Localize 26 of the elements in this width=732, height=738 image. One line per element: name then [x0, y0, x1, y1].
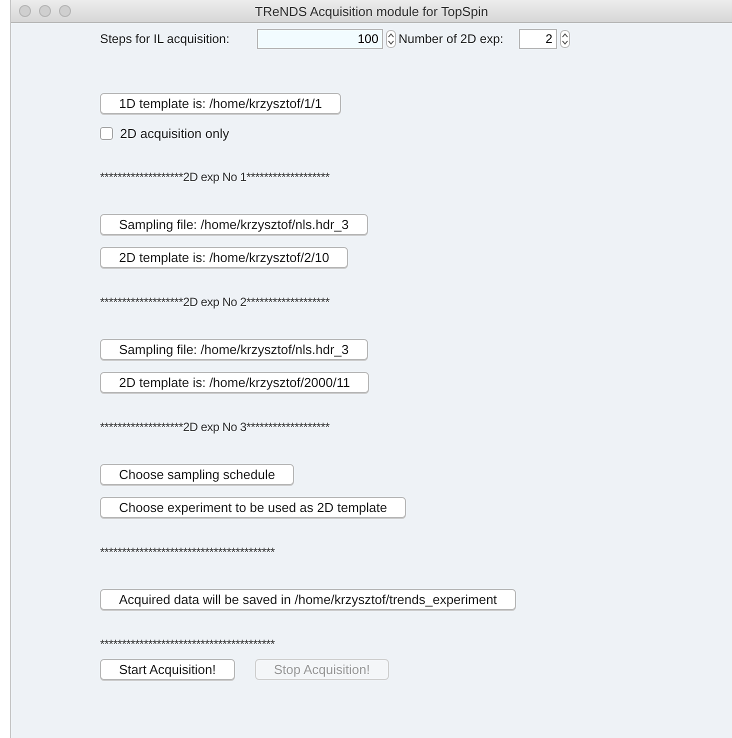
number-field[interactable]: 100: [257, 29, 384, 49]
stepper-icon[interactable]: [386, 30, 396, 48]
window-title: TReNDS Acquisition module for TopSpin: [254, 4, 490, 18]
field-label: Number of 2D exp:: [398, 32, 504, 46]
path-button[interactable]: 2D template is: /home/krzysztof/2/10: [100, 247, 348, 268]
path-button[interactable]: Acquired data will be saved in /home/krzysztof/trends_experiment: [100, 589, 516, 610]
separator-text: *******************2D exp No 3*******************: [100, 420, 330, 434]
minimize-icon[interactable]: [39, 5, 51, 17]
checkbox[interactable]: [100, 127, 113, 140]
path-button[interactable]: 1D template is: /home/krzysztof/1/1: [100, 93, 342, 114]
number-field[interactable]: 2: [519, 29, 558, 49]
checkbox-label[interactable]: 2D acquisition only: [120, 126, 230, 141]
path-button[interactable]: Sampling file: /home/krzysztof/nls.hdr_3: [100, 214, 368, 235]
path-button[interactable]: Choose sampling schedule: [100, 464, 294, 485]
path-button[interactable]: 2D template is: /home/krzysztof/2000/11: [100, 372, 369, 393]
separator-text: *******************2D exp No 1*******************: [100, 170, 330, 184]
stepper-icon[interactable]: [560, 30, 570, 48]
action-button[interactable]: Start Acquisition!: [100, 659, 235, 680]
close-icon[interactable]: [19, 5, 31, 17]
separator-text: ****************************************: [100, 637, 275, 651]
path-button[interactable]: Sampling file: /home/krzysztof/nls.hdr_3: [100, 339, 368, 360]
path-button[interactable]: Choose experiment to be used as 2D template: [100, 497, 406, 518]
field-label: Steps for IL acquisition:: [100, 32, 230, 46]
zoom-icon[interactable]: [59, 5, 71, 17]
separator-text: ****************************************: [100, 545, 275, 559]
separator-text: *******************2D exp No 2*******************: [100, 295, 330, 309]
